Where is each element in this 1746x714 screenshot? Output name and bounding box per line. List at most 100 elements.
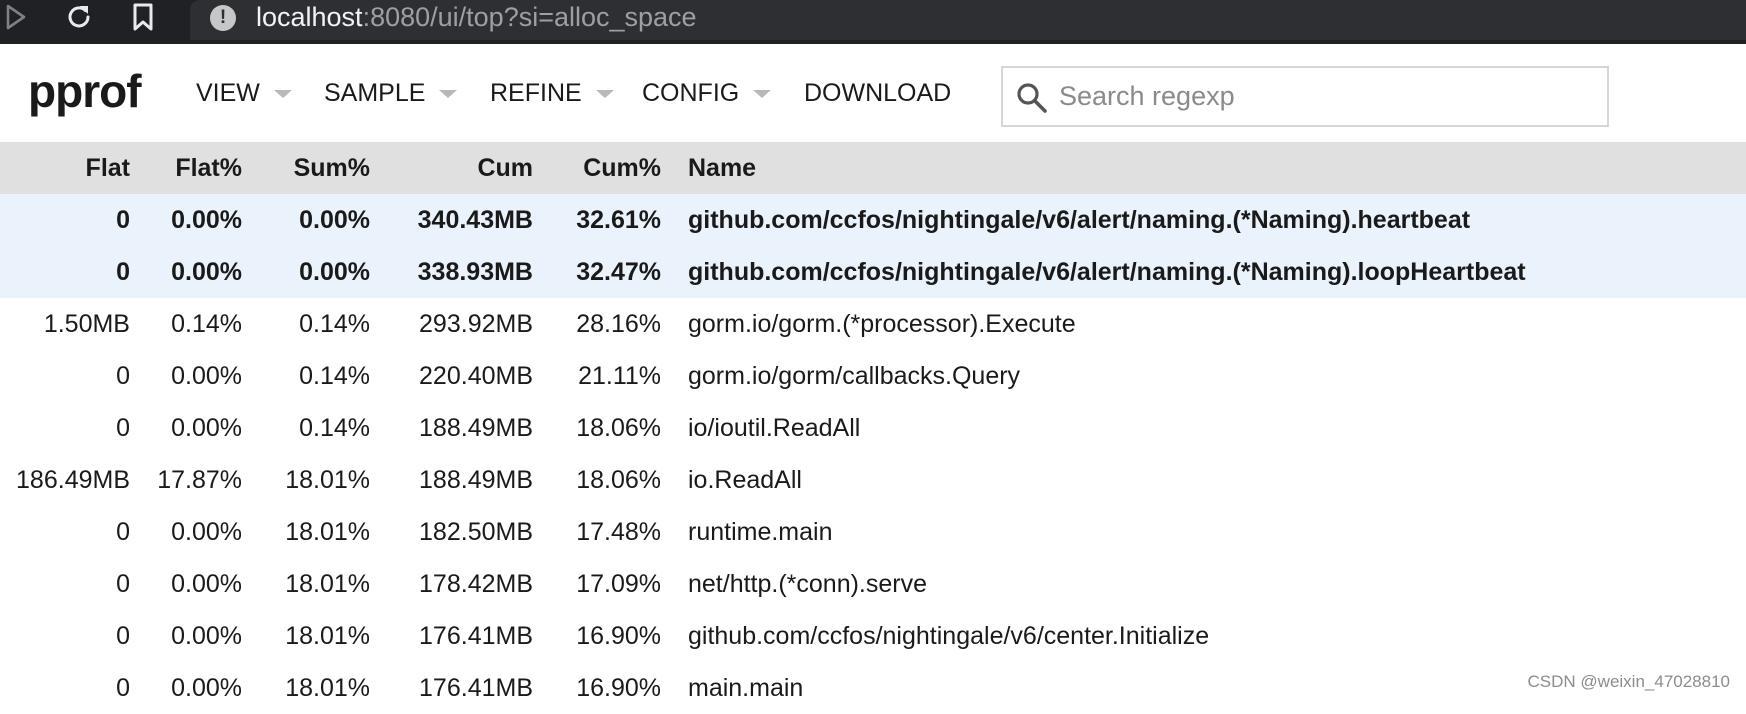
menu-config-label: CONFIG: [642, 78, 740, 107]
cell-flat-pct: 0.00%: [171, 674, 242, 702]
cell-cum-pct: 16.90%: [576, 674, 661, 702]
cell-name: io/ioutil.ReadAll: [688, 414, 861, 442]
column-header-name[interactable]: Name: [688, 142, 756, 194]
cell-cum: 188.49MB: [419, 414, 533, 442]
menu-view-label: VIEW: [196, 78, 260, 107]
table-row[interactable]: 0 0.00% 18.01% 182.50MB 17.48% runtime.main: [0, 506, 1746, 558]
cell-cum-pct: 32.47%: [576, 258, 661, 286]
info-circle-icon[interactable]: !: [210, 5, 236, 31]
cell-flat: 0: [116, 674, 130, 702]
cell-cum: 293.92MB: [419, 310, 533, 338]
table-row[interactable]: 0 0.00% 0.00% 340.43MB 32.61% github.com/ccfo…: [0, 194, 1746, 246]
cell-flat-pct: 0.00%: [171, 362, 242, 390]
caret-down-icon: [273, 90, 292, 98]
column-header-cum[interactable]: Cum: [477, 142, 533, 194]
cell-name: main.main: [688, 674, 804, 702]
menu-refine[interactable]: REFINE: [490, 44, 614, 142]
cell-sum-pct: 0.14%: [299, 414, 370, 442]
table-row[interactable]: 0 0.00% 18.01% 176.41MB 16.90% main.main: [0, 662, 1746, 714]
cell-cum: 182.50MB: [419, 518, 533, 546]
cell-cum-pct: 18.06%: [576, 466, 661, 494]
cell-flat-pct: 0.00%: [171, 206, 242, 234]
cell-cum: 220.40MB: [419, 362, 533, 390]
cell-flat: 0: [116, 206, 130, 234]
cell-cum: 340.43MB: [417, 206, 533, 234]
table-row[interactable]: 0 0.00% 18.01% 178.42MB 17.09% net/http.(*con…: [0, 558, 1746, 610]
table-row[interactable]: 0 0.00% 0.14% 220.40MB 21.11% gorm.io/gorm/ca…: [0, 350, 1746, 402]
cell-sum-pct: 0.14%: [299, 362, 370, 390]
column-header-cum-pct[interactable]: Cum%: [583, 142, 661, 194]
menu-refine-label: REFINE: [490, 78, 582, 107]
search-input[interactable]: [1059, 68, 1599, 125]
url-path: :8080/ui/top?si=alloc_space: [362, 2, 697, 32]
table-row[interactable]: 0 0.00% 18.01% 176.41MB 16.90% github.com/ccf…: [0, 610, 1746, 662]
cell-sum-pct: 18.01%: [285, 466, 370, 494]
table-row[interactable]: 0 0.00% 0.14% 188.49MB 18.06% io/ioutil.ReadA…: [0, 402, 1746, 454]
cell-cum: 176.41MB: [419, 622, 533, 650]
app-logo: pprof: [28, 65, 142, 117]
cell-sum-pct: 18.01%: [285, 622, 370, 650]
cell-flat: 0: [116, 570, 130, 598]
cell-flat-pct: 0.00%: [171, 518, 242, 546]
menu-sample[interactable]: SAMPLE: [324, 44, 458, 142]
column-header-sum-pct[interactable]: Sum%: [294, 142, 370, 194]
pprof-header: pprof VIEW SAMPLE REFINE CONFIG DOWNLOAD: [0, 44, 1746, 142]
cell-cum-pct: 16.90%: [576, 622, 661, 650]
table-body: 0 0.00% 0.00% 340.43MB 32.61% github.com/ccfo…: [0, 194, 1746, 714]
cell-flat: 0: [116, 518, 130, 546]
column-header-flat[interactable]: Flat: [86, 142, 130, 194]
cell-name: gorm.io/gorm/callbacks.Query: [688, 362, 1021, 390]
address-bar[interactable]: ! localhost:8080/ui/top?si=alloc_space: [190, 0, 1746, 40]
cell-name: net/http.(*conn).serve: [688, 570, 928, 598]
cell-cum-pct: 28.16%: [576, 310, 661, 338]
menu-config[interactable]: CONFIG: [642, 44, 772, 142]
table-row[interactable]: 0 0.00% 0.00% 338.93MB 32.47% github.com/ccfo…: [0, 246, 1746, 298]
cell-name: github.com/ccfos/nightingale/v6/center.I…: [688, 622, 1210, 650]
cell-flat: 0: [116, 622, 130, 650]
cell-name: github.com/ccfos/nightingale/v6/alert/na…: [688, 258, 1526, 286]
caret-down-icon: [753, 90, 772, 98]
search-icon: [1017, 83, 1047, 113]
table-row[interactable]: 186.49MB 17.87% 18.01% 188.49MB 18.06% io.Rea…: [0, 454, 1746, 506]
browser-toolbar: ! localhost:8080/ui/top?si=alloc_space: [0, 0, 1746, 44]
cell-flat: 0: [116, 258, 130, 286]
cell-cum-pct: 21.11%: [578, 362, 661, 390]
reload-button[interactable]: [59, 0, 99, 34]
cell-sum-pct: 0.00%: [299, 206, 370, 234]
cell-flat: 0: [116, 414, 130, 442]
menu-download[interactable]: DOWNLOAD: [804, 44, 951, 142]
play-triangle-icon: [6, 4, 26, 30]
url-host: localhost: [256, 2, 363, 32]
cell-flat: 1.50MB: [43, 310, 130, 338]
watermark: CSDN @weixin_47028810: [1527, 672, 1730, 691]
cell-flat-pct: 0.00%: [171, 414, 242, 442]
table-row[interactable]: 1.50MB 0.14% 0.14% 293.92MB 28.16% gorm.io/go…: [0, 298, 1746, 350]
cell-flat-pct: 0.00%: [171, 570, 242, 598]
cell-flat-pct: 0.00%: [171, 622, 242, 650]
cell-cum-pct: 18.06%: [576, 414, 661, 442]
forward-button[interactable]: [0, 0, 36, 34]
search-box[interactable]: [1001, 66, 1609, 127]
caret-down-icon: [439, 90, 458, 98]
cell-cum-pct: 17.09%: [576, 570, 661, 598]
cell-flat-pct: 0.14%: [171, 310, 242, 338]
column-header-flat-pct[interactable]: Flat%: [175, 142, 242, 194]
menu-download-label: DOWNLOAD: [804, 78, 952, 107]
cell-flat-pct: 0.00%: [171, 258, 242, 286]
cell-sum-pct: 18.01%: [285, 518, 370, 546]
bookmark-button[interactable]: [123, 0, 163, 34]
cell-flat-pct: 17.87%: [157, 466, 242, 494]
cell-cum-pct: 17.48%: [576, 518, 661, 546]
cell-sum-pct: 18.01%: [285, 570, 370, 598]
reload-icon: [68, 6, 90, 28]
cell-name: io.ReadAll: [688, 466, 802, 494]
cell-sum-pct: 18.01%: [285, 674, 370, 702]
url-text[interactable]: localhost:8080/ui/top?si=alloc_space: [256, 0, 697, 34]
cell-sum-pct: 0.14%: [299, 310, 370, 338]
cell-cum: 176.41MB: [419, 674, 533, 702]
bookmark-icon: [133, 3, 153, 31]
menu-view[interactable]: VIEW: [196, 44, 292, 142]
caret-down-icon: [595, 90, 614, 98]
cell-flat: 0: [116, 362, 130, 390]
cell-name: runtime.main: [688, 518, 833, 546]
